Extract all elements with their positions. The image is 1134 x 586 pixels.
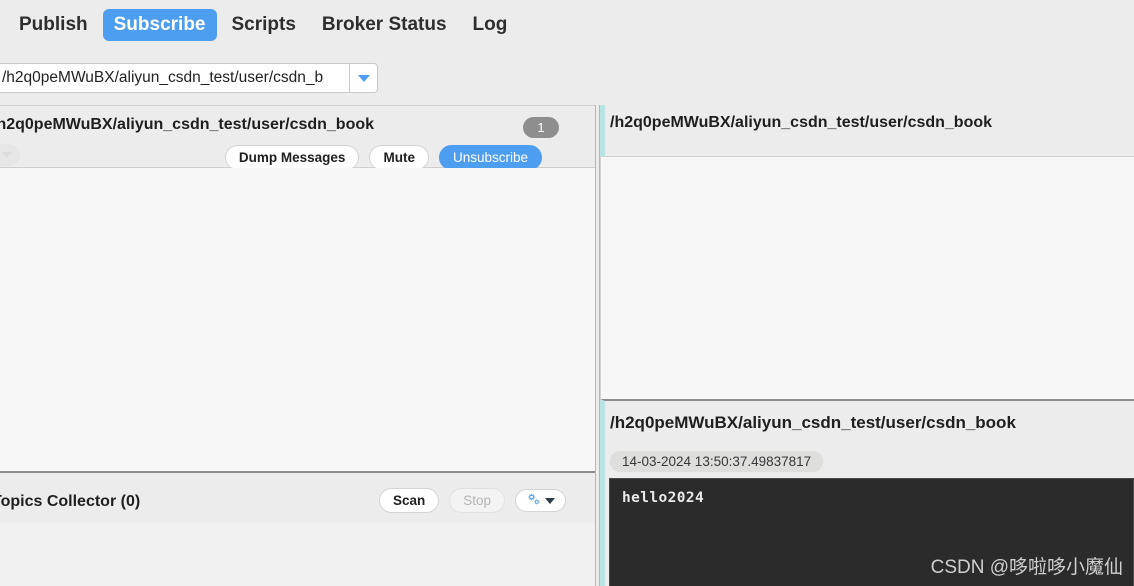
topic-input[interactable]: /h2q0peMWuBX/aliyun_csdn_test/user/csdn_… [0,63,349,93]
message-detail-panel: /h2q0peMWuBX/aliyun_csdn_test/user/csdn_… [600,399,1134,586]
subscription-actions: Dump Messages Mute Unsubscribe [224,145,542,170]
topic-toolbar: /h2q0peMWuBX/aliyun_csdn_test/user/csdn_… [0,50,1134,143]
chevron-down-icon [2,152,12,158]
scan-button[interactable]: Scan [378,488,440,513]
unsubscribe-button[interactable]: Unsubscribe [438,145,542,170]
message-detail-topic: /h2q0peMWuBX/aliyun_csdn_test/user/csdn_… [610,413,1016,432]
message-panel: /h2q0peMWuBX/aliyun_csdn_test/user/csdn_… [600,105,1134,586]
message-header-topic: /h2q0peMWuBX/aliyun_csdn_test/user/csdn_… [610,114,993,131]
dump-messages-button[interactable]: Dump Messages [224,145,360,170]
tab-scripts[interactable]: Scripts [221,9,307,41]
subscription-messages-list[interactable] [0,168,595,471]
subscription-list-item[interactable]: /h2q0peMWuBX/aliyun_csdn_test/user/csdn_… [0,106,595,170]
topic-combobox[interactable]: /h2q0peMWuBX/aliyun_csdn_test/user/csdn_… [0,63,378,93]
caret-down-icon [545,497,555,504]
tab-log[interactable]: Log [462,9,519,41]
message-payload-text: hello2024 [622,490,705,506]
subscription-qos-dropdown[interactable] [0,144,20,166]
message-list[interactable] [600,157,1134,399]
topics-collector-actions: Scan Stop [378,488,566,513]
chevron-down-icon [357,74,370,82]
main-tab-bar: Publish Subscribe Scripts Broker Status … [0,0,1134,50]
tab-broker-status[interactable]: Broker Status [311,9,458,41]
stop-button: Stop [449,488,505,513]
csdn-watermark: CSDN @哆啦哆小魔仙 [930,557,1123,578]
message-panel-header: /h2q0peMWuBX/aliyun_csdn_test/user/csdn_… [600,105,1134,157]
subscription-topic-label: /h2q0peMWuBX/aliyun_csdn_test/user/csdn_… [0,116,375,133]
topics-collector-panel: Topics Collector (0) Scan Stop [0,471,595,586]
topics-collector-settings-button[interactable] [515,489,566,512]
gears-icon [528,493,540,505]
tab-publish[interactable]: Publish [8,9,99,41]
mute-button[interactable]: Mute [369,145,429,170]
subscriptions-panel: /h2q0peMWuBX/aliyun_csdn_test/user/csdn_… [0,105,595,586]
topics-collector-list[interactable] [0,523,595,586]
tab-subscribe[interactable]: Subscribe [102,9,217,41]
mqtt-client-window: Publish Subscribe Scripts Broker Status … [0,0,1134,586]
message-timestamp: 14-03-2024 13:50:37.49837817 [610,451,824,472]
topic-dropdown-button[interactable] [349,63,378,93]
message-payload-box[interactable]: hello2024 CSDN @哆啦哆小魔仙 [609,478,1134,586]
subscription-message-count-badge: 1 [523,117,559,138]
topics-collector-title: Topics Collector (0) [0,493,141,510]
